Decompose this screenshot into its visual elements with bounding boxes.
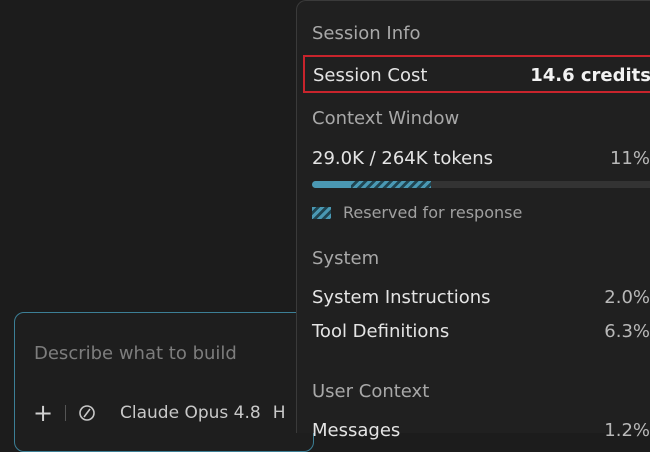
system-row-label: Tool Definitions <box>312 321 450 342</box>
context-usage-icon-graphic <box>79 405 95 421</box>
reserved-legend-label: Reserved for response <box>343 203 523 222</box>
toolbar-divider <box>65 405 66 421</box>
session-info-title: Session Info <box>312 23 421 44</box>
reserved-swatch-icon <box>312 206 331 219</box>
add-icon[interactable]: + <box>33 401 55 425</box>
context-used-fill <box>312 181 351 188</box>
token-usage-label: 29.0K / 264K tokens <box>312 148 493 169</box>
context-reserved-fill <box>350 181 431 188</box>
user-context-row-label: Messages <box>312 420 401 441</box>
system-row-value: 6.3% <box>604 321 650 342</box>
user-context-row: Messages 1.2% <box>312 420 650 441</box>
session-cost-label: Session Cost <box>313 65 428 86</box>
context-usage-icon[interactable] <box>78 404 96 422</box>
system-row: Tool Definitions 6.3% <box>312 321 650 342</box>
reserved-legend: Reserved for response <box>312 203 522 222</box>
session-cost-value: 14.6 credits <box>530 65 650 86</box>
model-selector[interactable]: Claude Opus 4.8 <box>120 403 261 423</box>
session-cost-highlight: Session Cost 14.6 credits <box>303 55 650 93</box>
user-context-title: User Context <box>312 381 430 402</box>
composer[interactable]: Describe what to build + Claude Opus 4.8… <box>14 312 314 452</box>
context-window-title: Context Window <box>312 108 460 129</box>
user-context-row-value: 1.2% <box>604 420 650 441</box>
system-row-value: 2.0% <box>604 287 650 308</box>
token-usage-percent: 11% <box>609 148 650 169</box>
session-info-popover: Session Info Session Cost 14.6 credits C… <box>296 0 650 441</box>
token-usage-row: 29.0K / 264K tokens 11% <box>312 148 650 169</box>
system-row: System Instructions 2.0% <box>312 287 650 308</box>
system-row-label: System Instructions <box>312 287 491 308</box>
context-usage-bar <box>312 181 650 188</box>
composer-toolbar: + Claude Opus 4.8 H <box>33 401 286 425</box>
prompt-input[interactable]: Describe what to build <box>34 343 237 364</box>
session-cost-row: Session Cost 14.6 credits <box>313 65 650 86</box>
truncated-control[interactable]: H <box>273 403 286 423</box>
system-title: System <box>312 248 380 269</box>
